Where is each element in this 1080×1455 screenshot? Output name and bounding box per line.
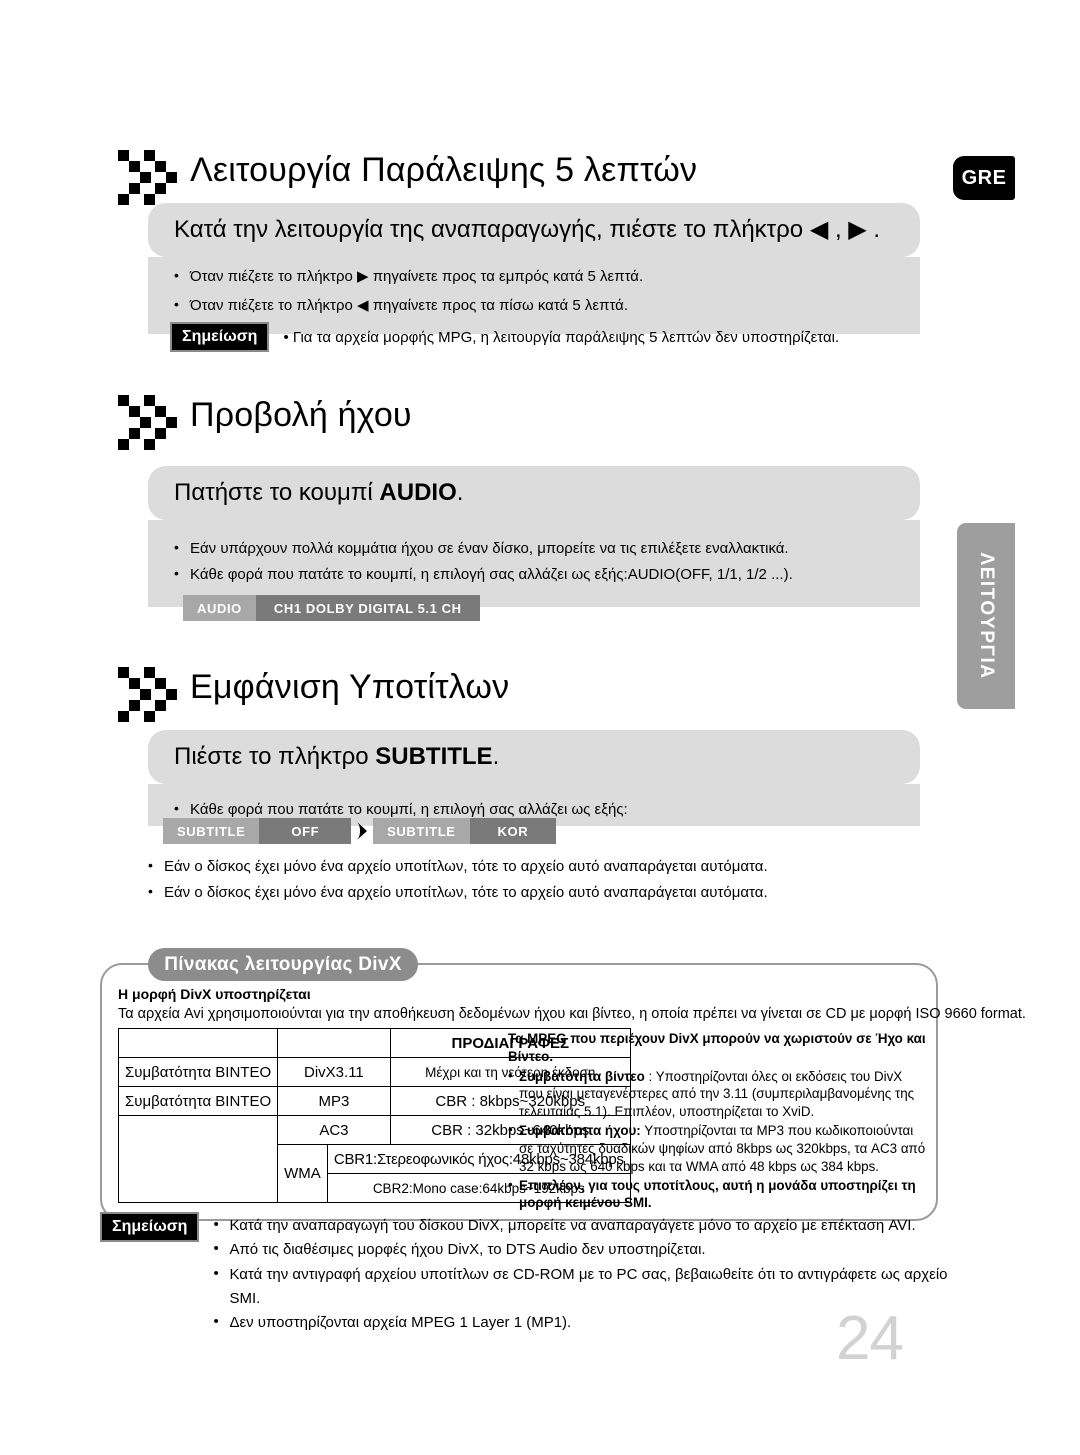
osd-value-subtitle: OFF bbox=[259, 818, 352, 844]
instruction-bar-subtitle: Πιέστε το πλήκτρο SUBTITLE. bbox=[148, 730, 920, 785]
divx-subheading: Τα αρχεία Avi χρησιμοποιούνται για την α… bbox=[118, 1006, 1026, 1022]
section-title: Εμφάνιση Υποτίτλων bbox=[190, 668, 510, 707]
instruction-text-prefix: Πιέστε το πλήκτρο bbox=[174, 743, 376, 770]
divx-notes-list: Τα MPEG που περιέχουν DivX μπορούν να χω… bbox=[508, 1030, 928, 1213]
bullet-item: Κάθε φορά που πατάτε το κουμπί, η επιλογ… bbox=[174, 561, 920, 588]
instruction-bullets-audio: Εάν υπάρχουν πολλά κομμάτια ήχου σε έναν… bbox=[148, 520, 920, 607]
table-cell-codec: AC3 bbox=[277, 1115, 391, 1145]
table-cell-codec: MP3 bbox=[277, 1086, 391, 1116]
instruction-bar-audio: Πατήστε το κουμπί AUDIO. bbox=[148, 466, 920, 521]
osd-value-audio: CH1 DOLBY DIGITAL 5.1 CH bbox=[255, 595, 480, 621]
section-heading-audio: Προβολή ήχου bbox=[118, 390, 918, 450]
osd-label-subtitle: SUBTITLE bbox=[163, 818, 260, 844]
section-title: Προβολή ήχου bbox=[190, 396, 412, 435]
note-badge: Σημείωση bbox=[100, 1212, 200, 1243]
table-cell-label bbox=[117, 1115, 279, 1203]
double-chevron-icon bbox=[118, 145, 180, 205]
divx-heading: Η μορφή DivX υποστηρίζεται bbox=[118, 986, 311, 1002]
divx-note-bold: Επιπλέον, για τους υποτίτλους, αυτή η μο… bbox=[519, 1177, 916, 1211]
divx-notes-title: Τα MPEG που περιέχουν DivX μπορούν να χω… bbox=[508, 1031, 926, 1064]
bullet-item: Όταν πιέζετε το πλήκτρο ◀ πηγαίνετε προς… bbox=[174, 291, 920, 321]
note-text: • Για τα αρχεία μορφής MPG, η λειτουργία… bbox=[283, 328, 840, 346]
language-badge: GRE bbox=[953, 156, 1015, 200]
side-tab-operation: ΛΕΙΤΟΥΡΓΙΑ bbox=[957, 523, 1015, 709]
instruction-text-suffix: . bbox=[456, 479, 464, 506]
instruction-bar-skip: Κατά την λειτουργία της αναπαραγωγής, πι… bbox=[148, 203, 920, 258]
section-heading-subtitle: Εμφάνιση Υποτίτλων bbox=[118, 662, 918, 722]
double-chevron-icon bbox=[118, 662, 180, 722]
bullet-item: Εάν ο δίσκος έχει μόνο ένα αρχείο υποτίτ… bbox=[148, 853, 938, 880]
instruction-text: Κατά την λειτουργία της αναπαραγωγής, πι… bbox=[174, 216, 881, 243]
divx-note-bold: Συμβατότητα ήχου: bbox=[519, 1123, 641, 1139]
table-cell-label: Συμβατότητα ΒΙΝΤΕΟ bbox=[117, 1057, 279, 1087]
divx-note-item: Επιπλέον, για τους υποτίτλους, αυτή η μο… bbox=[508, 1176, 928, 1213]
table-cell-label: Συμβατότητα ΒΙΝΤΕΟ bbox=[117, 1086, 279, 1116]
bullet-item: Όταν πιέζετε το πλήκτρο ▶ πηγαίνετε προς… bbox=[174, 262, 920, 292]
osd-label-audio: AUDIO bbox=[183, 595, 256, 621]
divx-panel-title: Πίνακας λειτουργίας DivX bbox=[148, 948, 418, 981]
osd-subtitle-kor: SUBTITLE KOR bbox=[373, 818, 557, 844]
divx-note-bold: Συμβατότητα βίντεο bbox=[519, 1068, 645, 1084]
table-cell-codec: WMA bbox=[277, 1144, 328, 1203]
table-cell-empty bbox=[117, 1028, 279, 1058]
table-cell-codec: DivX3.11 bbox=[277, 1057, 391, 1087]
section-title: Λειτουργία Παράλειψης 5 λεπτών bbox=[190, 151, 698, 190]
bullet-item: Εάν υπάρχουν πολλά κομμάτια ήχου σε έναν… bbox=[174, 535, 920, 562]
bullet-item: Εάν ο δίσκος έχει μόνο ένα αρχείο υποτίτ… bbox=[148, 879, 938, 906]
manual-page: GRE ΛΕΙΤΟΥΡΓΙΑ Λειτουργία Παράλειψης 5 λ… bbox=[0, 0, 1080, 1455]
instruction-text-prefix: Πατήστε το κουμπί bbox=[174, 479, 380, 506]
osd-label-subtitle: SUBTITLE bbox=[373, 818, 470, 844]
divx-note-item: Συμβατότητα βίντεο : Υποστηρίζονται όλες… bbox=[508, 1067, 928, 1121]
section-heading-skip: Λειτουργία Παράλειψης 5 λεπτών bbox=[118, 145, 918, 205]
side-tab-label: ΛΕΙΤΟΥΡΓΙΑ bbox=[976, 552, 997, 680]
bottom-note-item: Από τις διαθέσιμες μορφές ήχου DivX, το … bbox=[213, 1237, 960, 1262]
osd-audio-indicator: AUDIO CH1 DOLBY DIGITAL 5.1 CH bbox=[183, 595, 480, 621]
instruction-key: AUDIO bbox=[379, 479, 457, 506]
right-arrow-icon bbox=[351, 818, 373, 844]
language-badge-label: GRE bbox=[961, 166, 1007, 189]
osd-subtitle-off: SUBTITLE OFF bbox=[163, 818, 352, 844]
divx-panel-title-label: Πίνακας λειτουργίας DivX bbox=[164, 953, 402, 975]
instruction-text-suffix: . bbox=[492, 743, 500, 770]
double-chevron-icon bbox=[118, 390, 180, 450]
divx-note-item: Συμβατότητα ήχου: Υποστηρίζονται τα MP3 … bbox=[508, 1121, 928, 1175]
page-number: 24 bbox=[836, 1304, 904, 1373]
note-badge: Σημείωση bbox=[170, 322, 270, 353]
table-cell-empty bbox=[277, 1028, 391, 1058]
osd-value-subtitle: KOR bbox=[469, 818, 557, 844]
instruction-key: SUBTITLE bbox=[375, 743, 493, 770]
bottom-note-item: Κατά την αναπαραγωγή του δίσκου DivX, μπ… bbox=[213, 1213, 960, 1238]
bottom-note-block: Σημείωση Κατά την αναπαραγωγή του δίσκου… bbox=[100, 1212, 960, 1335]
